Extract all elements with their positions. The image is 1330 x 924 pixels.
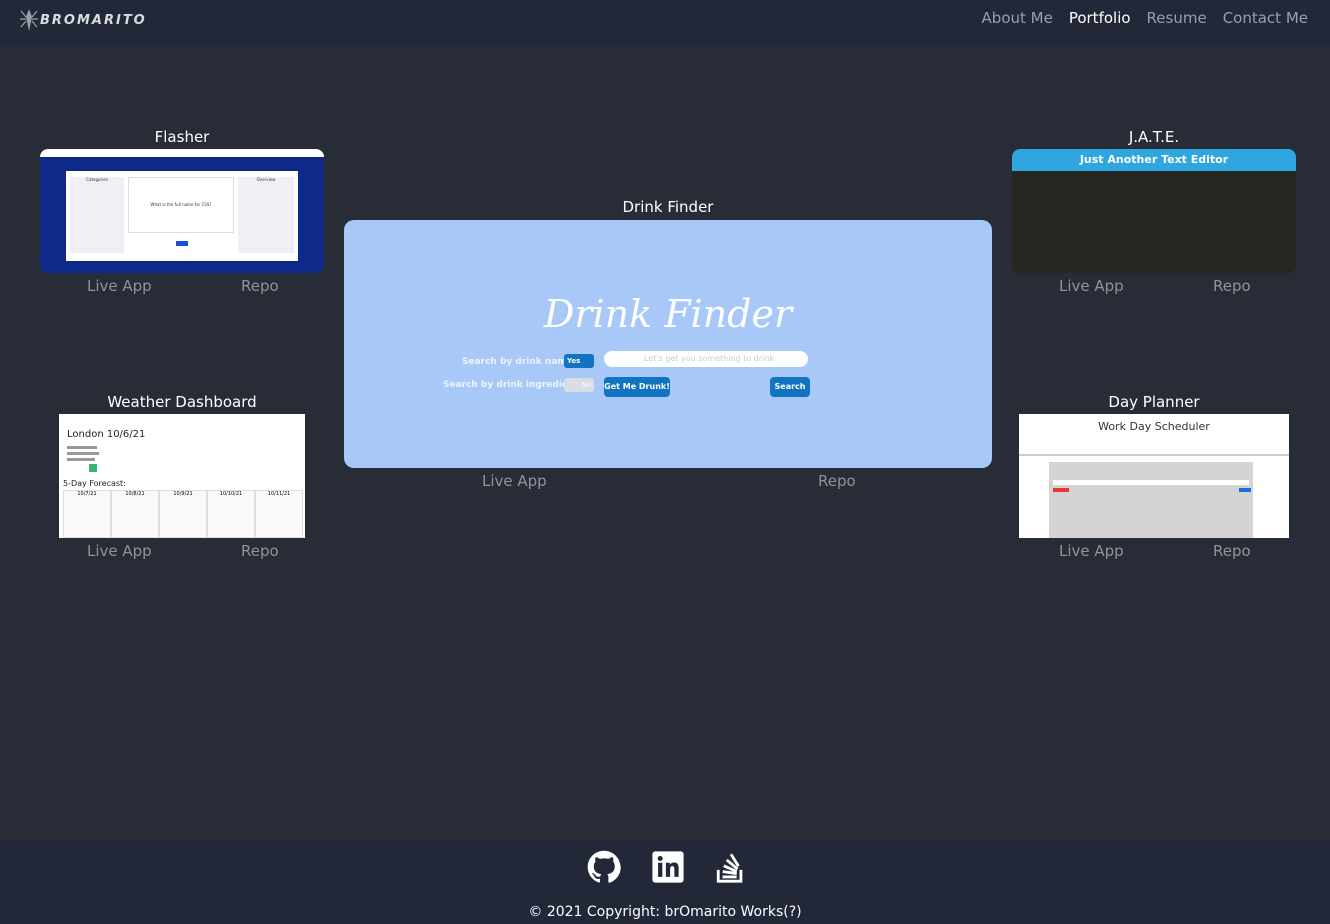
live-app-link[interactable]: Live App bbox=[1059, 277, 1124, 295]
project-card-flasher: Flasher Categories What is the full name… bbox=[40, 128, 324, 298]
linkedin-icon[interactable] bbox=[651, 850, 685, 884]
project-title: Weather Dashboard bbox=[107, 393, 257, 411]
thumb-day: 10/7/21 bbox=[63, 490, 111, 538]
thumb-overview: Overview bbox=[238, 177, 294, 253]
thumb-toggle-yes: Yes bbox=[564, 354, 594, 368]
project-thumbnail[interactable]: Work Day Scheduler bbox=[1019, 414, 1289, 538]
project-title: J.A.T.E. bbox=[1128, 128, 1180, 146]
thumb-toggle-no: No bbox=[564, 378, 594, 392]
thumb-drink-input: Let's get you something to drink bbox=[604, 351, 808, 367]
brand-name: BROMARITO bbox=[40, 12, 147, 28]
nav-portfolio[interactable]: Portfolio bbox=[1069, 9, 1131, 27]
live-app-link[interactable]: Live App bbox=[1059, 542, 1124, 560]
project-thumbnail[interactable]: London 10/6/21 5-Day Forecast: 10/7/21 1… bbox=[59, 414, 305, 538]
project-thumbnail[interactable]: Drink Finder Search by drink name? Yes S… bbox=[344, 220, 992, 468]
thumb-schedule bbox=[1049, 462, 1253, 538]
nav-resume[interactable]: Resume bbox=[1147, 9, 1207, 27]
thumb-search-button: Search bbox=[770, 377, 810, 397]
live-app-link[interactable]: Live App bbox=[482, 472, 547, 490]
thumb-title: Work Day Scheduler bbox=[1098, 420, 1210, 433]
thumb-logo: Drink Finder bbox=[543, 292, 793, 336]
thumb-day: 10/10/21 bbox=[207, 490, 255, 538]
thumb-city: London 10/6/21 bbox=[67, 429, 146, 440]
footer: © 2021 Copyright: brOmarito Works(?) bbox=[0, 840, 1330, 924]
nav-contact-me[interactable]: Contact Me bbox=[1223, 9, 1308, 27]
nav-about-me[interactable]: About Me bbox=[982, 9, 1053, 27]
copyright-text: © 2021 Copyright: brOmarito Works(?) bbox=[528, 904, 802, 920]
thumb-forecast-label: 5-Day Forecast: bbox=[63, 479, 126, 488]
project-title: Drink Finder bbox=[622, 198, 714, 216]
spider-logo-icon bbox=[20, 9, 38, 31]
navbar: BROMARITO About Me Portfolio Resume Cont… bbox=[0, 0, 1330, 46]
project-title: Day Planner bbox=[1108, 393, 1200, 411]
repo-link[interactable]: Repo bbox=[818, 472, 856, 490]
repo-link[interactable]: Repo bbox=[241, 277, 279, 295]
thumb-random-button: Get Me Drunk! bbox=[604, 377, 670, 397]
project-card-weather-dashboard: Weather Dashboard London 10/6/21 5-Day F… bbox=[40, 393, 324, 563]
live-app-link[interactable]: Live App bbox=[87, 277, 152, 295]
thumb-search-name-label: Search by drink name? bbox=[462, 357, 579, 367]
thumb-header: Just Another Text Editor bbox=[1012, 149, 1296, 171]
project-thumbnail[interactable]: Just Another Text Editor bbox=[1012, 149, 1296, 273]
brand-logo[interactable]: BROMARITO bbox=[20, 6, 147, 34]
github-icon[interactable] bbox=[587, 850, 621, 884]
thumb-categories: Categories bbox=[70, 177, 124, 253]
thumb-search-ingredient-label: Search by drink ingredient? bbox=[443, 380, 584, 390]
project-card-drink-finder: Drink Finder Drink Finder Search by drin… bbox=[344, 198, 992, 493]
repo-link[interactable]: Repo bbox=[241, 542, 279, 560]
live-app-link[interactable]: Live App bbox=[87, 542, 152, 560]
project-thumbnail[interactable]: Categories What is the full name for CSS… bbox=[40, 149, 324, 273]
thumb-day: 10/11/21 bbox=[255, 490, 303, 538]
project-title: Flasher bbox=[154, 128, 210, 146]
project-card-jate: J.A.T.E. Just Another Text Editor Live A… bbox=[1012, 128, 1296, 298]
project-card-day-planner: Day Planner Work Day Scheduler Live App … bbox=[1012, 393, 1296, 563]
thumb-question: What is the full name for CSS? bbox=[128, 177, 234, 233]
stackoverflow-icon[interactable] bbox=[714, 850, 748, 884]
thumb-day: 10/8/21 bbox=[111, 490, 159, 538]
thumb-day: 10/9/21 bbox=[159, 490, 207, 538]
nav-menu: About Me Portfolio Resume Contact Me bbox=[982, 9, 1308, 27]
repo-link[interactable]: Repo bbox=[1213, 542, 1251, 560]
repo-link[interactable]: Repo bbox=[1213, 277, 1251, 295]
